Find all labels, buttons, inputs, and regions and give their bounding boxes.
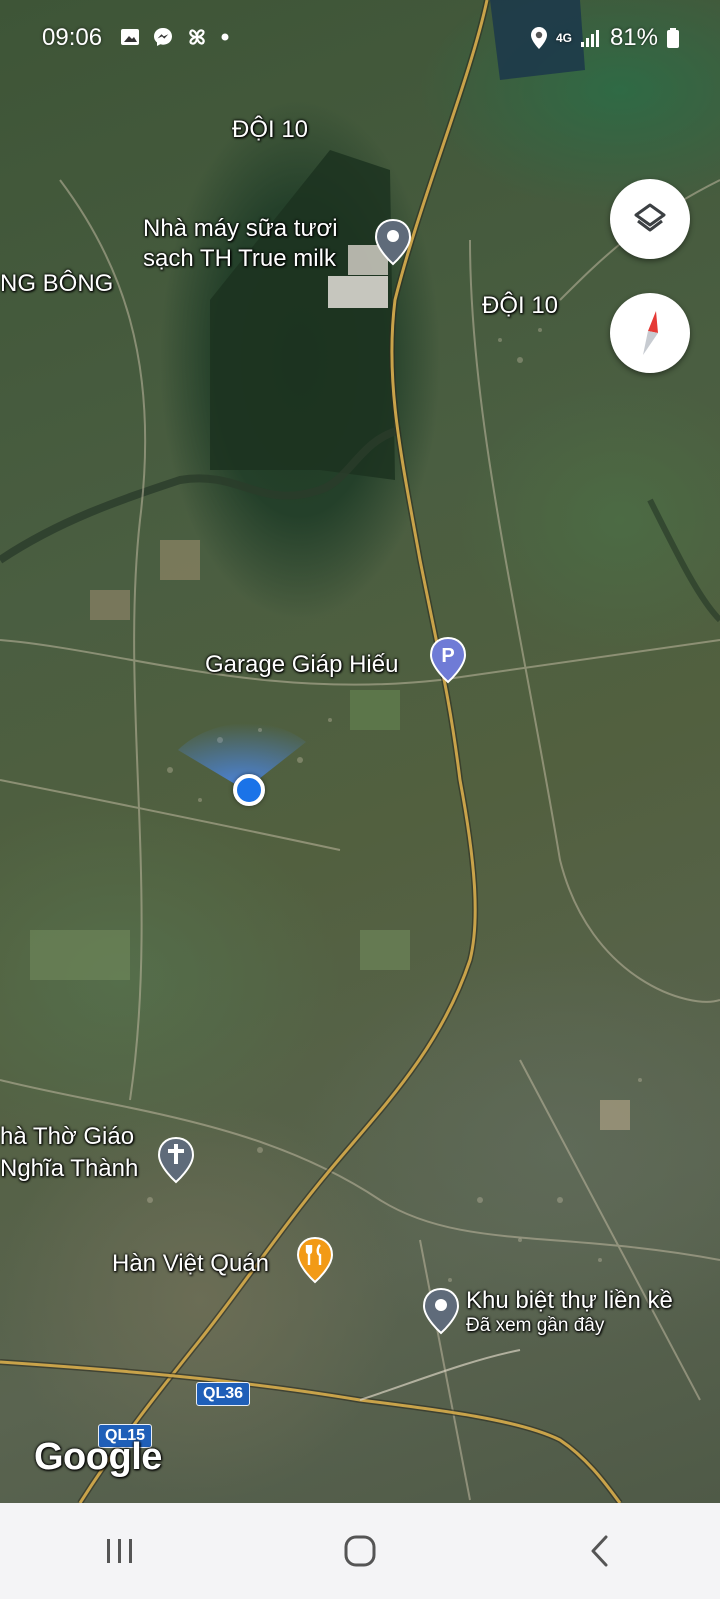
church-line1: hà Thờ Giáo xyxy=(0,1123,135,1150)
place-label-ng-bong[interactable]: NG BÔNG xyxy=(0,270,113,298)
road-shield-ql36: QL36 xyxy=(196,1382,251,1406)
network-type: 4G xyxy=(555,31,572,45)
church-pin-icon[interactable] xyxy=(157,1136,195,1184)
pinwheel-icon xyxy=(189,29,205,45)
khu-biet-thu-subtitle: Đã xem gần đây xyxy=(466,1315,605,1336)
my-location-dot xyxy=(233,774,265,806)
th-milk-line1: Nhà máy sữa tươi xyxy=(143,215,338,242)
compass-icon xyxy=(643,311,658,355)
battery-icon xyxy=(667,28,679,48)
status-bar: 09:06 4G 81% xyxy=(0,0,720,80)
dot-icon xyxy=(221,33,229,41)
home-button[interactable] xyxy=(300,1516,420,1586)
layers-icon xyxy=(634,203,666,232)
place-label-th-milk[interactable]: Nhà máy sữa tươi sạch TH True milk xyxy=(143,214,338,274)
google-attribution: Google xyxy=(34,1436,162,1478)
svg-text:P: P xyxy=(441,645,454,667)
church-line2: Nghĩa Thành xyxy=(0,1155,139,1182)
compass-button[interactable] xyxy=(610,293,690,373)
restaurant-pin-icon[interactable] xyxy=(296,1236,334,1284)
back-icon xyxy=(591,1535,608,1567)
status-right-icons: 4G 81% xyxy=(530,24,680,52)
battery-percent: 81% xyxy=(609,24,658,51)
place-label-han-viet[interactable]: Hàn Việt Quán xyxy=(112,1250,269,1278)
signal-icon xyxy=(580,30,599,47)
khu-biet-thu-title: Khu biệt thự liền kề xyxy=(466,1287,673,1314)
place-pin-gray-icon[interactable] xyxy=(374,218,412,266)
parking-pin-icon[interactable]: P xyxy=(429,636,467,684)
place-label-khu-biet-thu[interactable]: Khu biệt thự liền kề Đã xem gần đây xyxy=(466,1287,673,1337)
recents-button[interactable] xyxy=(60,1516,180,1586)
th-milk-line2: sạch TH True milk xyxy=(143,245,336,272)
place-label-doi10-top[interactable]: ĐỘI 10 xyxy=(232,116,308,144)
recents-icon xyxy=(107,1539,132,1563)
messenger-icon xyxy=(154,28,172,46)
back-button[interactable] xyxy=(540,1516,660,1586)
location-icon xyxy=(530,27,547,49)
status-left-icons xyxy=(120,26,230,48)
layers-button[interactable] xyxy=(610,179,690,259)
home-icon xyxy=(344,1535,376,1567)
place-label-church[interactable]: hà Thờ Giáo Nghĩa Thành xyxy=(0,1121,138,1185)
gallery-icon xyxy=(121,29,139,45)
status-time: 09:06 xyxy=(42,24,103,51)
place-label-doi10-right[interactable]: ĐỘI 10 xyxy=(482,292,558,320)
viewed-place-pin-icon[interactable] xyxy=(422,1287,460,1335)
system-nav-bar xyxy=(0,1503,720,1599)
place-label-garage[interactable]: Garage Giáp Hiếu xyxy=(205,651,398,679)
